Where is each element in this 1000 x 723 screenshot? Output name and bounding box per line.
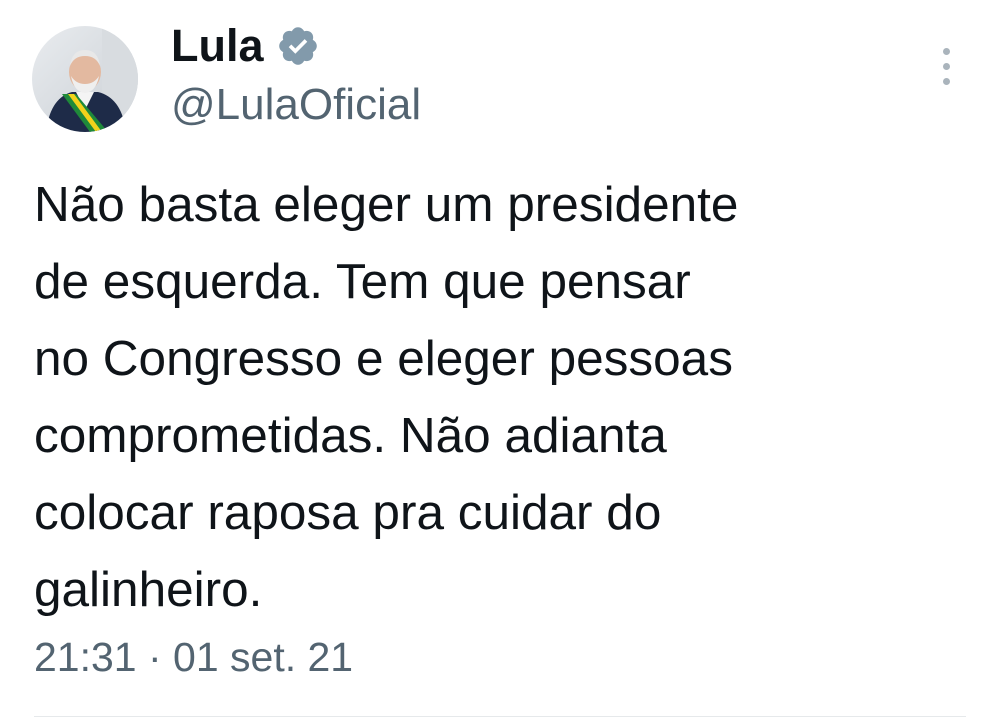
author-handle[interactable]: @LulaOficial (171, 80, 421, 130)
display-name[interactable]: Lula (171, 20, 264, 72)
tweet-timestamp[interactable]: 21:31 · 01 set. 21 (34, 634, 353, 681)
avatar[interactable] (32, 26, 138, 132)
author-name-row: Lula (171, 18, 320, 74)
verified-badge-icon (276, 24, 320, 68)
tweet-text: Não basta eleger um presidente de esquer… (34, 177, 739, 617)
tweet-card: Lula @LulaOficial Não basta eleger um pr… (0, 0, 1000, 723)
divider (34, 716, 966, 717)
more-vertical-icon[interactable] (932, 48, 960, 96)
